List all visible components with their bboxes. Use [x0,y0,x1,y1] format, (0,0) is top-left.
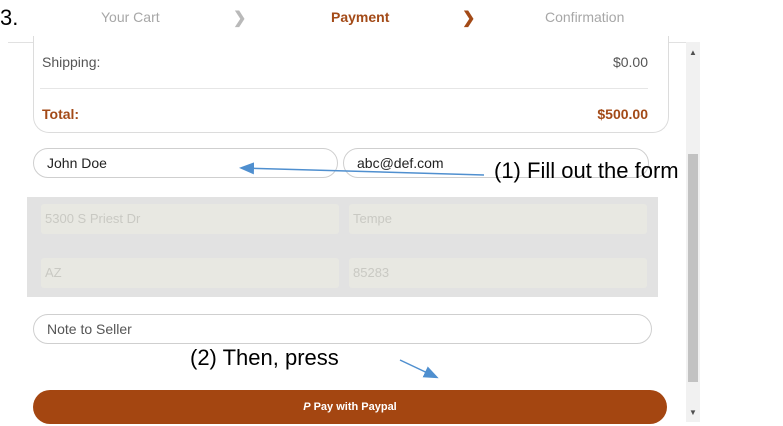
note-to-seller-input[interactable]: Note to Seller [33,314,652,344]
scroll-thumb[interactable] [688,154,698,382]
step-your-cart[interactable]: Your Cart [101,9,160,25]
scroll-up-icon[interactable]: ▲ [686,46,700,60]
state-field[interactable]: AZ [41,258,339,288]
shipping-value: $0.00 [612,54,648,70]
total-label: Total: [42,106,80,122]
paypal-icon: P [303,401,311,413]
shipping-label: Shipping: [42,54,101,70]
total-row: Total: $500.00 [42,106,648,126]
zip-field[interactable]: 85283 [349,258,647,288]
pay-with-paypal-button[interactable]: P Pay with Paypal [33,390,667,424]
shipping-row: Shipping: $0.00 [42,54,648,74]
address-field[interactable]: 5300 S Priest Dr [41,204,339,234]
scroll-down-icon[interactable]: ▼ [686,406,700,420]
annotation-step1: (1) Fill out the form [494,158,679,183]
address-block: 5300 S Priest Dr Tempe AZ 85283 [27,197,658,297]
chevron-right-icon: ❯ [462,10,476,27]
chevron-right-icon: ❯ [233,10,247,27]
name-input[interactable]: John Doe [33,148,338,178]
city-field[interactable]: Tempe [349,204,647,234]
step-confirmation[interactable]: Confirmation [545,9,624,25]
order-summary: Shipping: $0.00 Total: $500.00 [33,36,669,133]
summary-divider [40,88,648,89]
total-value: $500.00 [597,106,648,122]
scrollbar[interactable]: ▲ ▼ [686,42,700,422]
annotation-step2: (2) Then, press [190,345,339,370]
step-payment[interactable]: Payment [331,9,389,25]
pay-button-label: Pay with Paypal [313,401,397,413]
